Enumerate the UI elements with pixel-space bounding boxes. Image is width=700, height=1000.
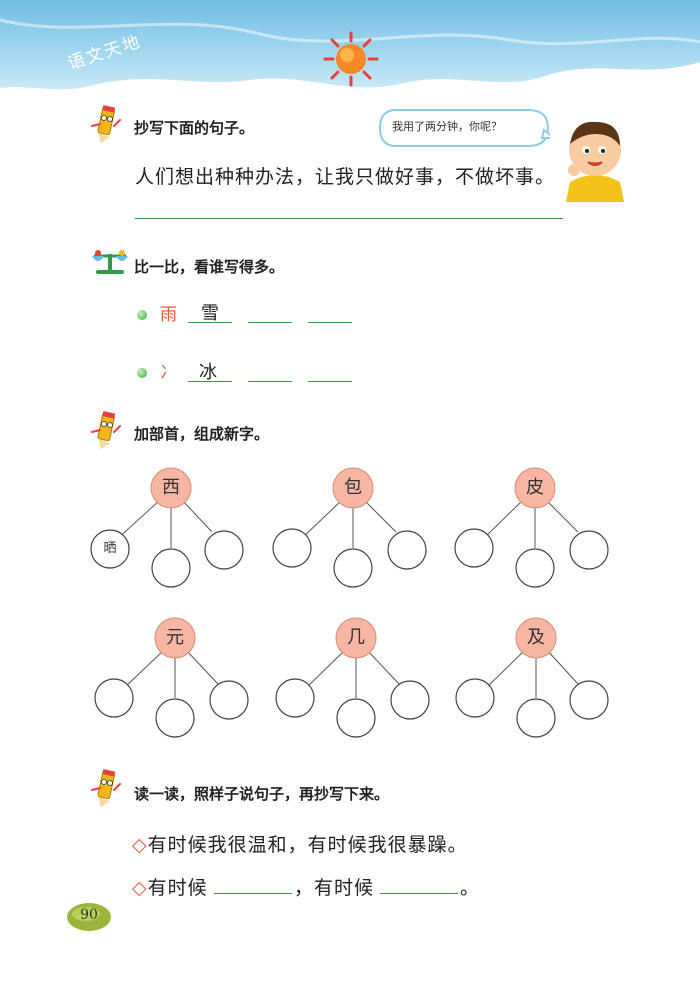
fill-sentence-row: ◇有时候 xyxy=(132,873,208,900)
pencil-mascot-icon xyxy=(91,769,121,808)
leaf-answer[interactable] xyxy=(156,699,194,737)
bubble-text: 我用了两分钟，你呢？ xyxy=(392,120,502,133)
page-number: 90 xyxy=(80,907,98,923)
blank-line[interactable] xyxy=(248,322,292,323)
blank-line[interactable] xyxy=(308,381,352,382)
fill-middle: ，有时候 xyxy=(294,877,375,899)
pencil-mascot-icon xyxy=(91,411,121,450)
leaf-answer[interactable] xyxy=(570,681,608,719)
section1-title: 抄写下面的句子。 xyxy=(134,119,255,137)
blank-line[interactable] xyxy=(188,322,232,323)
leaf-answer[interactable] xyxy=(570,531,608,569)
leaf-answer[interactable] xyxy=(517,699,555,737)
boy-character-icon xyxy=(566,121,624,202)
leaf-answer[interactable] xyxy=(210,681,248,719)
blank-line[interactable] xyxy=(188,381,232,382)
fill-blank-2[interactable] xyxy=(380,893,458,894)
blank-line[interactable] xyxy=(248,381,292,382)
leaf-answer[interactable] xyxy=(273,529,311,567)
leaf-answer[interactable] xyxy=(95,679,133,717)
root-char: 几 xyxy=(347,627,365,648)
section3-title: 加部首，组成新字。 xyxy=(134,425,270,443)
leaf-answer[interactable] xyxy=(276,679,314,717)
blank-line[interactable] xyxy=(308,322,352,323)
leaf-answer[interactable] xyxy=(337,699,375,737)
copy-sentence: 人们想出种种办法，让我只做好事，不做坏事。 xyxy=(135,166,556,188)
section4-title: 读一读，照样子说句子，再抄写下来。 xyxy=(134,785,390,803)
leaf-answer[interactable] xyxy=(205,531,243,569)
scale-icon xyxy=(92,250,128,274)
fill-prefix: 有时候 xyxy=(147,877,208,899)
radical-rain: 雨 xyxy=(160,305,177,325)
leaf-answer[interactable] xyxy=(388,531,426,569)
copy-write-line[interactable] xyxy=(135,218,563,219)
row-bullet xyxy=(137,368,147,378)
sun-icon xyxy=(323,31,379,87)
root-char: 及 xyxy=(527,627,545,648)
example-sentence-row: ◇有时候我很温和，有时候我很暴躁。 xyxy=(132,830,468,857)
root-char: 包 xyxy=(344,477,362,498)
leaf-answer[interactable] xyxy=(456,679,494,717)
leaf-answer[interactable]: 晒 xyxy=(91,530,129,568)
fill-blank-1[interactable] xyxy=(214,893,292,894)
root-char: 西 xyxy=(162,477,180,498)
leaf-answer[interactable] xyxy=(152,549,190,587)
row-bullet xyxy=(137,310,147,320)
root-char: 元 xyxy=(166,627,184,648)
diamond-bullet-icon: ◇ xyxy=(132,877,148,899)
fill-end: 。 xyxy=(460,877,481,899)
leaf-answer[interactable] xyxy=(334,549,372,587)
radical-ice: 冫 xyxy=(160,363,177,383)
root-char: 皮 xyxy=(526,477,544,498)
section2-title: 比一比，看谁写得多。 xyxy=(134,258,285,276)
page-header: 语文天地 xyxy=(0,0,700,100)
example-sentence: 有时候我很温和，有时候我很暴躁。 xyxy=(147,834,468,856)
pencil-mascot-icon xyxy=(91,105,121,144)
leaf-answer[interactable] xyxy=(391,681,429,719)
diamond-bullet-icon: ◇ xyxy=(132,834,148,856)
leaf-answer[interactable] xyxy=(516,549,554,587)
leaf-answer[interactable] xyxy=(455,529,493,567)
